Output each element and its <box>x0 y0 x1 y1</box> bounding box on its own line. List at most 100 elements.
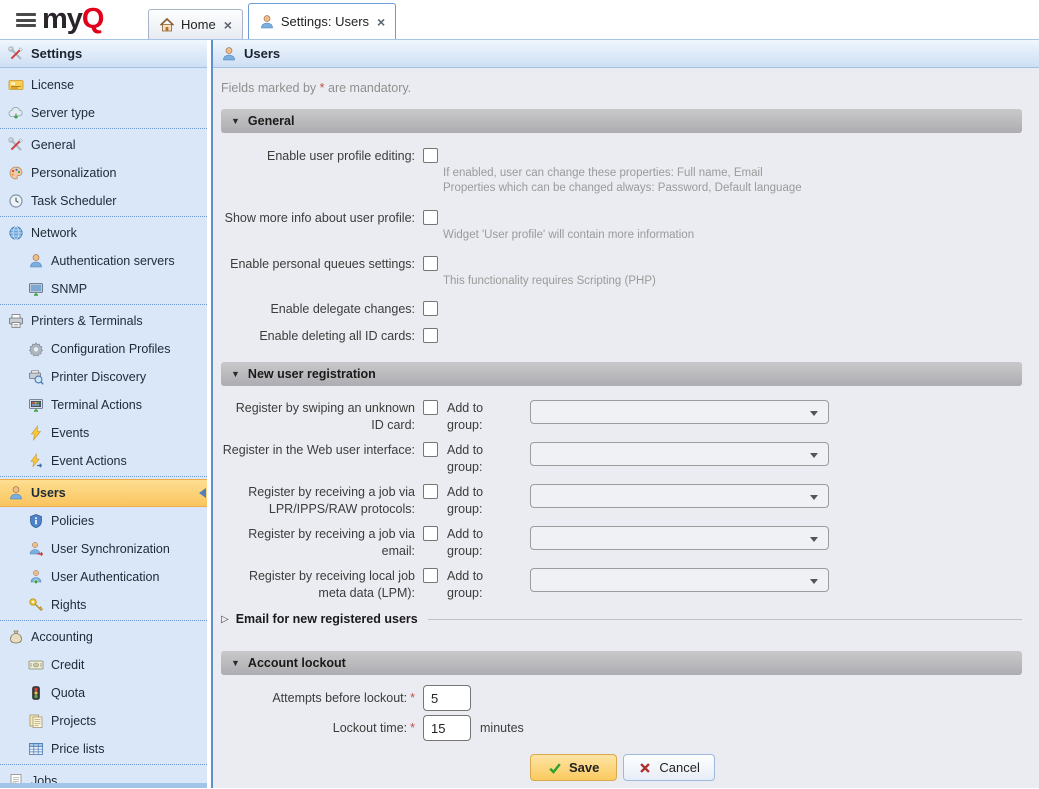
sidebar-item-events[interactable]: Events <box>0 419 207 447</box>
sidebar-bottom-strip <box>0 783 207 788</box>
field-hint: This functionality requires Scripting (P… <box>443 274 656 289</box>
form-row: Show more info about user profile: Widge… <box>221 210 1022 243</box>
add-to-group-label: Add to group: <box>447 484 520 518</box>
sidebar-item-printer-discovery[interactable]: Printer Discovery <box>0 363 207 391</box>
register-in-the-web-user-interface-checkbox[interactable] <box>423 442 438 457</box>
sidebar-item-user-synchronization[interactable]: User Synchronization <box>0 535 207 563</box>
home-icon <box>159 17 175 33</box>
sidebar-item-price-lists[interactable]: Price lists <box>0 735 207 763</box>
sidebar-separator <box>0 304 207 305</box>
person-icon <box>28 253 44 269</box>
sidebar-item-authentication-servers[interactable]: Authentication servers <box>0 247 207 275</box>
sidebar-item-general[interactable]: General <box>0 131 207 159</box>
sidebar-item-credit[interactable]: Credit <box>0 651 207 679</box>
form-buttons: Save Cancel <box>530 754 1022 781</box>
sidebar-item-personalization[interactable]: Personalization <box>0 159 207 187</box>
registration-row: Register by swiping an unknown ID card: … <box>221 400 1022 434</box>
top-bar: myQ Home × Settings: Users × <box>0 0 1039 40</box>
sidebar-item-terminal-actions[interactable]: Terminal Actions <box>0 391 207 419</box>
sidebar-separator <box>0 128 207 129</box>
printer-icon <box>8 313 24 329</box>
close-tab-icon[interactable]: × <box>377 14 385 30</box>
sidebar-item-quota[interactable]: Quota <box>0 679 207 707</box>
section-header-account-lockout[interactable]: ▼ Account lockout <box>221 651 1022 675</box>
section-header-general[interactable]: ▼ General <box>221 109 1022 133</box>
add-to-group-select[interactable] <box>530 568 829 592</box>
sidebar-item-server-type[interactable]: Server type <box>0 99 207 127</box>
license-icon <box>8 77 24 93</box>
sidebar-item-rights[interactable]: Rights <box>0 591 207 619</box>
register-by-receiving-a-job-via-email-checkbox[interactable] <box>423 526 438 541</box>
attempts-before-lockout-input[interactable] <box>423 685 471 711</box>
tab-home[interactable]: Home × <box>148 9 243 39</box>
sidebar-item-event-actions[interactable]: Event Actions <box>0 447 207 475</box>
settings-sidebar: Settings License Server type General Per… <box>0 40 207 788</box>
cancel-button[interactable]: Cancel <box>623 754 714 781</box>
printer-search-icon <box>28 369 44 385</box>
add-to-group-select[interactable] <box>530 484 829 508</box>
field-hint: Properties which can be changed always: … <box>443 181 802 196</box>
projects-icon <box>28 713 44 729</box>
banknote-icon <box>28 657 44 673</box>
sidebar-separator <box>0 764 207 765</box>
sidebar-item-projects[interactable]: Projects <box>0 707 207 735</box>
sidebar-item-jobs[interactable]: Jobs <box>0 767 207 783</box>
terminal-icon <box>28 397 44 413</box>
required-star: * <box>410 721 415 735</box>
tab-settings-users[interactable]: Settings: Users × <box>248 3 396 39</box>
form-row: Enable personal queues settings: This fu… <box>221 256 1022 289</box>
person-icon <box>8 485 24 501</box>
register-by-swiping-an-unknown-id-card-checkbox[interactable] <box>423 400 438 415</box>
sidebar-header: Settings <box>0 40 207 68</box>
moneybag-icon <box>8 629 24 645</box>
lockout-time-input[interactable] <box>423 715 471 741</box>
enable-user-profile-editing-checkbox[interactable] <box>423 148 438 163</box>
field-label: Register by swiping an unknown ID card: <box>221 400 415 434</box>
sidebar-item-users[interactable]: Users <box>0 479 207 507</box>
clock-icon <box>8 193 24 209</box>
sidebar-item-network[interactable]: Network <box>0 219 207 247</box>
section-header-email-for-new-registered-users[interactable]: ▷ Email for new registered users <box>221 610 1022 628</box>
show-more-info-about-user-profile-checkbox[interactable] <box>423 210 438 225</box>
registration-rows: Register by swiping an unknown ID card: … <box>221 386 1022 602</box>
person-sync-icon <box>28 541 44 557</box>
chevron-right-icon: ▷ <box>221 614 229 625</box>
tab-label: Settings: Users <box>281 14 369 29</box>
sidebar-item-snmp[interactable]: SNMP <box>0 275 207 303</box>
lockout-row: Attempts before lockout:* <box>221 685 1022 711</box>
add-to-group-select[interactable] <box>530 526 829 550</box>
document-icon <box>8 773 24 783</box>
sidebar-item-task-scheduler[interactable]: Task Scheduler <box>0 187 207 215</box>
add-to-group-select[interactable] <box>530 442 829 466</box>
lockout-fields: Attempts before lockout:* Lockout time:*… <box>221 675 1022 741</box>
chevron-down-icon: ▼ <box>231 658 240 668</box>
enable-delegate-changes-checkbox[interactable] <box>423 301 438 316</box>
sidebar-item-configuration-profiles[interactable]: Configuration Profiles <box>0 335 207 363</box>
field-label: Register in the Web user interface: <box>221 442 415 459</box>
form-row: Enable deleting all ID cards: <box>221 328 1022 346</box>
menu-icon[interactable] <box>16 13 36 27</box>
sidebar-item-license[interactable]: License <box>0 71 207 99</box>
sidebar-item-accounting[interactable]: Accounting <box>0 623 207 651</box>
enable-personal-queues-settings-checkbox[interactable] <box>423 256 438 271</box>
field-label: Enable delegate changes: <box>221 301 415 318</box>
cloud-icon <box>8 105 24 121</box>
save-button[interactable]: Save <box>530 754 617 781</box>
sidebar-item-printers-terminals[interactable]: Printers & Terminals <box>0 307 207 335</box>
registration-row: Register by receiving local job meta dat… <box>221 568 1022 602</box>
general-fields: Enable user profile editing: If enabled,… <box>221 133 1022 346</box>
register-by-receiving-local-job-meta-data-lpm-checkbox[interactable] <box>423 568 438 583</box>
register-by-receiving-a-job-via-lpr-ipps-raw-protocols-checkbox[interactable] <box>423 484 438 499</box>
sidebar-item-user-authentication[interactable]: User Authentication <box>0 563 207 591</box>
add-to-group-label: Add to group: <box>447 400 520 434</box>
add-to-group-label: Add to group: <box>447 568 520 602</box>
add-to-group-select[interactable] <box>530 400 829 424</box>
close-tab-icon[interactable]: × <box>224 17 232 33</box>
section-header-new-user-registration[interactable]: ▼ New user registration <box>221 362 1022 386</box>
chevron-down-icon <box>810 411 818 416</box>
enable-deleting-all-id-cards-checkbox[interactable] <box>423 328 438 343</box>
gear-icon <box>28 341 44 357</box>
page-title: Users <box>244 46 280 61</box>
logo-text-q: Q <box>82 3 104 35</box>
sidebar-item-policies[interactable]: Policies <box>0 507 207 535</box>
